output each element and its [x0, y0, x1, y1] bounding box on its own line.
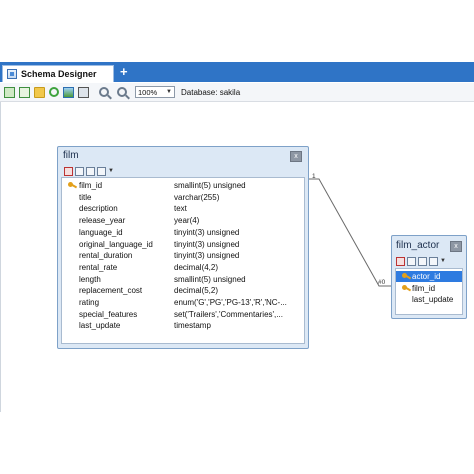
- column-type: smallint(5) unsigned: [174, 274, 246, 284]
- table-row[interactable]: film_id: [396, 283, 462, 294]
- table-row[interactable]: length smallint(5) unsigned: [62, 274, 304, 285]
- close-icon[interactable]: x: [290, 151, 302, 162]
- schema-designer-icon: [7, 69, 17, 79]
- edit-table-icon[interactable]: [396, 257, 405, 266]
- column-type: tinyint(3) unsigned: [174, 239, 240, 249]
- tab-bar: Schema Designer +: [0, 62, 474, 82]
- column-name: special_features: [79, 309, 138, 319]
- chevron-down-icon[interactable]: ▼: [108, 167, 114, 176]
- column-type: text: [174, 204, 187, 214]
- export-image-icon[interactable]: [63, 86, 74, 98]
- grid-icon[interactable]: [75, 167, 84, 176]
- print-icon[interactable]: [78, 86, 89, 98]
- column-name: language_id: [79, 227, 123, 237]
- add-tab-button[interactable]: +: [120, 64, 128, 80]
- column-type: decimal(4,2): [174, 262, 219, 272]
- grid-icon[interactable]: [407, 257, 416, 266]
- table-title: film: [63, 150, 79, 161]
- table-film-actor[interactable]: film_actor x ▼ actor_id film_id last_updat…: [391, 235, 467, 319]
- column-type: decimal(5,2): [174, 286, 219, 296]
- column-name: rental_duration: [79, 251, 133, 261]
- table-row[interactable]: description text: [62, 203, 304, 214]
- new-table-icon[interactable]: [4, 86, 15, 98]
- column-name: replacement_cost: [79, 286, 143, 296]
- edit-table-icon[interactable]: [64, 167, 73, 176]
- table-toolbar: ▼: [64, 167, 114, 176]
- column-name: actor_id: [412, 272, 441, 281]
- column-name: release_year: [79, 216, 126, 226]
- column-name: rental_rate: [79, 262, 118, 272]
- column-name: film_id: [412, 283, 436, 293]
- column-type: set('Trailers','Commentaries',...: [174, 309, 283, 319]
- close-icon[interactable]: x: [450, 241, 462, 252]
- column-name: original_language_id: [79, 239, 153, 249]
- tab-label: Schema Designer: [21, 69, 97, 79]
- table-row[interactable]: last_update timestamp: [62, 320, 304, 331]
- column-type: smallint(5) unsigned: [174, 181, 246, 190]
- column-type: varchar(255): [174, 192, 220, 202]
- copy-icon[interactable]: [86, 167, 95, 176]
- table-row[interactable]: language_id tinyint(3) unsigned: [62, 227, 304, 238]
- column-name: title: [79, 192, 92, 202]
- column-list: film_id smallint(5) unsigned title varchar(…: [61, 177, 305, 344]
- column-type: tinyint(3) unsigned: [174, 227, 240, 237]
- column-name: last_update: [412, 295, 454, 305]
- column-list: actor_id film_id last_update: [395, 268, 463, 315]
- table-title: film_actor: [396, 240, 440, 251]
- database-label: Database: sakila: [181, 87, 241, 97]
- table-row[interactable]: special_features set('Trailers','Commenta…: [62, 309, 304, 320]
- chevron-down-icon[interactable]: ▼: [440, 257, 446, 266]
- table-row[interactable]: actor_id: [396, 271, 462, 282]
- table-film[interactable]: film x ▼ film_id smallint(5) unsigned titl…: [57, 146, 309, 349]
- table-row[interactable]: release_year year(4): [62, 215, 304, 226]
- toolbar: 100% ▼ Database: sakila: [0, 83, 474, 102]
- open-folder-icon[interactable]: [34, 86, 45, 98]
- column-type: timestamp: [174, 321, 211, 331]
- column-name: description: [79, 204, 118, 214]
- key-icon: [68, 182, 76, 188]
- table-row[interactable]: rental_duration tinyint(3) unsigned: [62, 250, 304, 261]
- columns-icon[interactable]: [97, 167, 106, 176]
- copy-icon[interactable]: [418, 257, 427, 266]
- table-row[interactable]: original_language_id tinyint(3) unsigned: [62, 239, 304, 250]
- tab-schema-designer[interactable]: Schema Designer: [2, 65, 114, 82]
- table-row[interactable]: last_update: [396, 294, 462, 305]
- table-toolbar: ▼: [396, 257, 446, 266]
- key-icon: [402, 273, 410, 279]
- add-table-icon[interactable]: [19, 86, 30, 98]
- table-row[interactable]: rating enum('G','PG','PG-13','R','NC-...: [62, 297, 304, 308]
- zoom-out-icon[interactable]: [117, 87, 127, 97]
- column-name: last_update: [79, 321, 121, 331]
- column-name: length: [79, 274, 101, 284]
- relation-end-label: #0: [378, 279, 386, 286]
- table-row[interactable]: rental_rate decimal(4,2): [62, 262, 304, 273]
- columns-icon[interactable]: [429, 257, 438, 266]
- table-row[interactable]: title varchar(255): [62, 192, 304, 203]
- zoom-in-icon[interactable]: [99, 87, 109, 97]
- column-name: rating: [79, 298, 100, 307]
- key-icon: [402, 284, 410, 291]
- column-type: tinyint(3) unsigned: [174, 251, 240, 261]
- designer-canvas[interactable]: 1 #0 film x ▼ film_id smallint(5) unsigne…: [0, 102, 474, 412]
- zoom-select[interactable]: 100% ▼: [135, 86, 175, 98]
- chevron-down-icon: ▼: [166, 89, 172, 95]
- column-type: enum('G','PG','PG-13','R','NC-...: [174, 298, 287, 307]
- relation-start-label: 1: [312, 173, 316, 180]
- column-type: year(4): [174, 216, 200, 226]
- zoom-value: 100%: [138, 87, 158, 97]
- table-row[interactable]: film_id smallint(5) unsigned: [62, 180, 304, 191]
- refresh-icon[interactable]: [49, 87, 59, 97]
- column-name: film_id: [79, 181, 103, 190]
- table-row[interactable]: replacement_cost decimal(5,2): [62, 285, 304, 296]
